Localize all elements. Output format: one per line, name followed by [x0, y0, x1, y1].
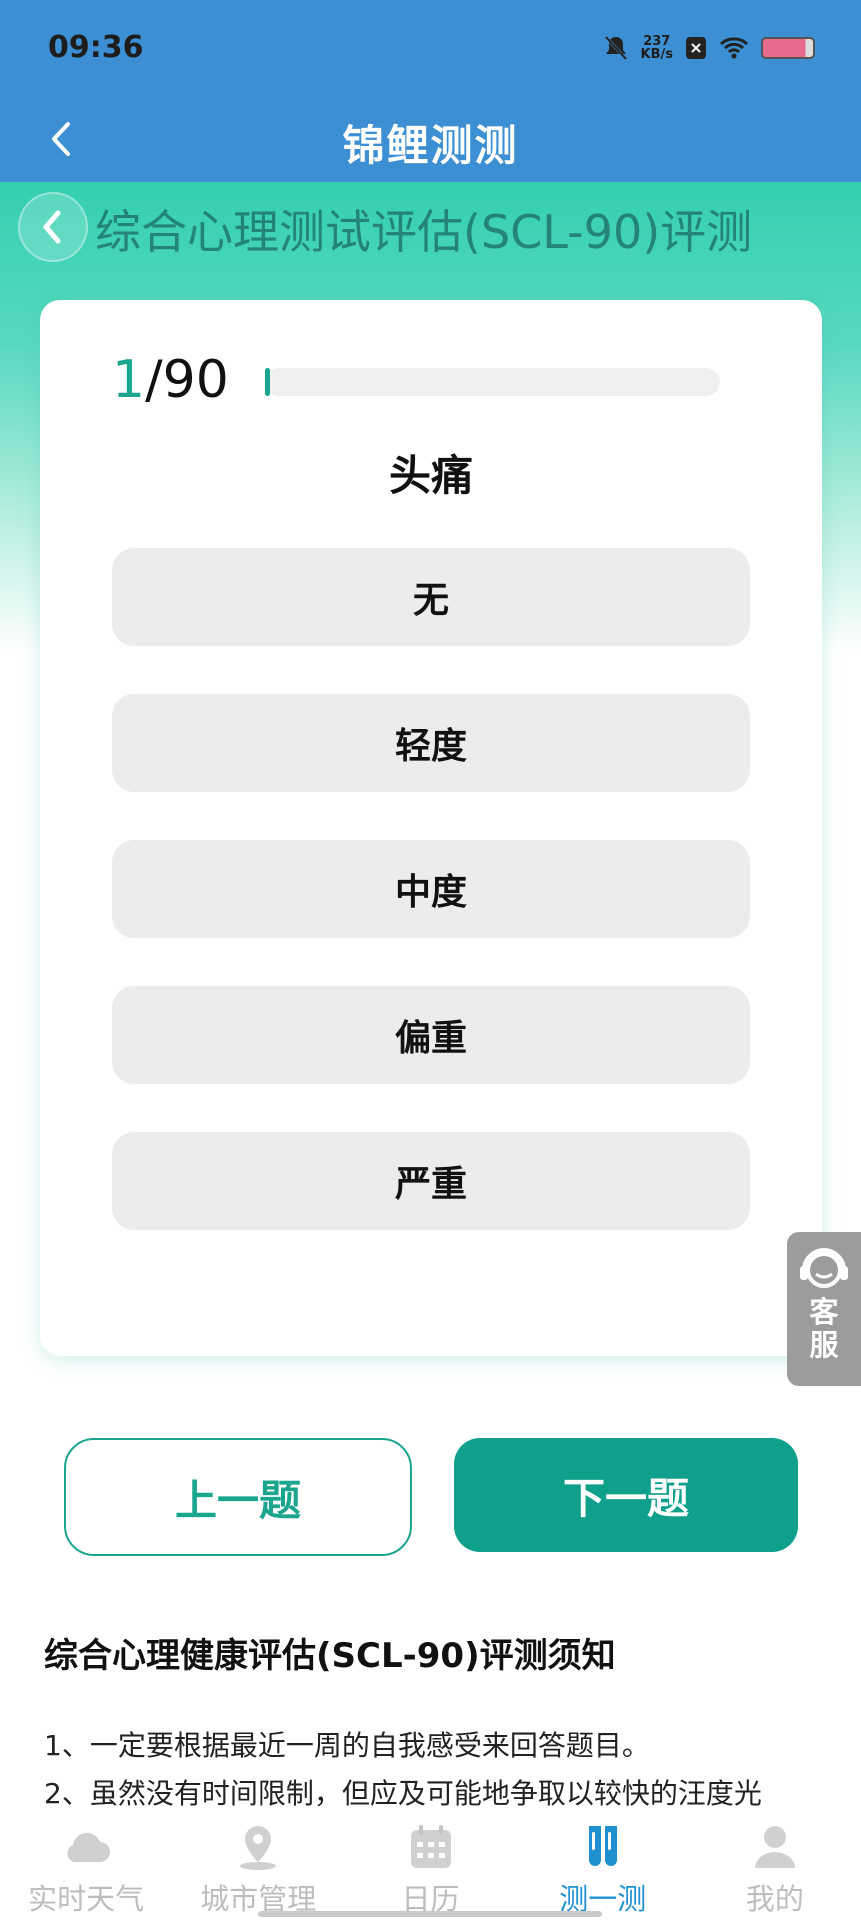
mute-bell-icon [604, 35, 627, 61]
total-questions: /90 [145, 350, 229, 410]
network-speed: 237 KB/s [640, 34, 673, 62]
previous-question-button[interactable]: 上一题 [64, 1438, 412, 1556]
question-card: 1/90 头痛 无 轻度 中度 偏重 严重 [40, 300, 822, 1356]
chevron-left-icon [43, 210, 61, 244]
question-counter: 1/90 [112, 350, 229, 410]
progress-fill [265, 368, 270, 396]
progress-bar [265, 368, 720, 396]
test-tubes-icon [588, 1826, 617, 1866]
customer-service-button[interactable]: 客服 [787, 1232, 861, 1386]
notice-title: 综合心理健康评估(SCL-90)评测须知 [44, 1636, 616, 1676]
current-question-number: 1 [112, 350, 146, 410]
tab-label: 我的 [745, 1882, 804, 1916]
tab-weather[interactable]: 实时天气 [0, 1812, 172, 1920]
customer-service-label: 客服 [809, 1295, 839, 1362]
tab-calendar[interactable]: 日历 [344, 1812, 516, 1920]
battery-icon [761, 37, 815, 59]
status-time: 09:36 [48, 30, 144, 65]
wifi-icon [719, 37, 749, 59]
bottom-tab-bar: 实时天气 城市管理 日历 测一测 我的 [0, 1812, 861, 1920]
tab-test[interactable]: 测一测 [517, 1812, 689, 1920]
question-text: 头痛 [388, 451, 473, 500]
next-question-button[interactable]: 下一题 [454, 1438, 798, 1552]
notice-line: 1、一定要根据最近一周的自我感受来回答题目。 [44, 1729, 650, 1762]
tab-profile[interactable]: 我的 [689, 1812, 861, 1920]
status-icons: 237 KB/s [603, 34, 815, 62]
page-title: 综合心理测试评估(SCL-90)评测 [95, 205, 753, 259]
calendar-icon [410, 1825, 451, 1868]
home-indicator [258, 1911, 602, 1917]
person-icon [754, 1826, 795, 1868]
app-title: 锦鲤测测 [342, 121, 519, 170]
option-button[interactable]: 偏重 [112, 986, 750, 1084]
tab-label: 实时天气 [28, 1882, 145, 1916]
headset-icon [800, 1248, 848, 1288]
app-bar: 锦鲤测测 [0, 100, 861, 182]
option-button[interactable]: 中度 [112, 840, 750, 938]
option-button[interactable]: 轻度 [112, 694, 750, 792]
location-pin-icon [240, 1826, 277, 1870]
notice-line: 2、虽然没有时间限制，但应及可能地争取以较快的汪度光 [44, 1777, 762, 1810]
back-button[interactable] [18, 192, 88, 262]
close-box-icon [686, 37, 706, 59]
tab-city-management[interactable]: 城市管理 [172, 1812, 344, 1920]
option-button[interactable]: 严重 [112, 1132, 750, 1230]
option-button[interactable]: 无 [112, 548, 750, 646]
cloud-icon [67, 1832, 111, 1862]
status-bar: 09:36 237 KB/s [0, 0, 861, 100]
